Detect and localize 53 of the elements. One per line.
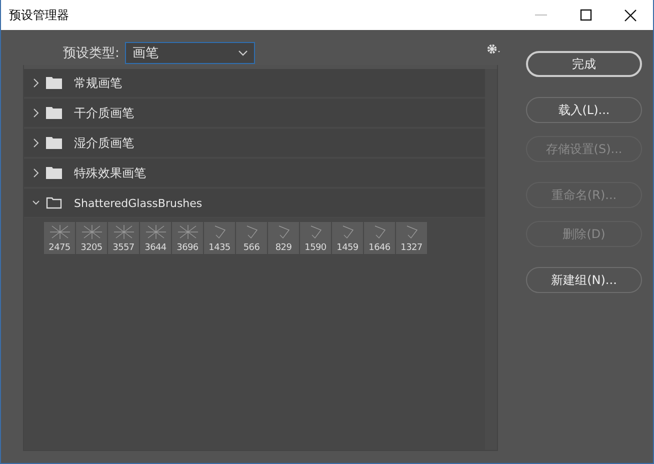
brush-thumbnail[interactable]: 3644 — [140, 222, 171, 254]
brush-size-label: 1459 — [336, 243, 358, 253]
brush-thumbnail[interactable]: 1327 — [396, 222, 427, 254]
brush-thumbnail[interactable]: 3557 — [108, 222, 139, 254]
brush-size-label: 3644 — [144, 243, 166, 253]
brush-thumbnail[interactable]: 1459 — [332, 222, 363, 254]
folder-row[interactable]: 特殊效果画笔 — [24, 159, 485, 188]
dialog-button[interactable]: 载入(L)... — [526, 97, 642, 123]
brush-size-label: 1327 — [400, 243, 422, 253]
folder-row[interactable]: 湿介质画笔 — [24, 129, 485, 158]
brush-thumbnail[interactable]: 1435 — [204, 222, 235, 254]
brush-thumbnail[interactable]: 566 — [236, 222, 267, 254]
chevron-down-icon — [238, 50, 248, 56]
brush-size-label: 3205 — [80, 243, 102, 253]
folder-row[interactable]: 常规画笔 — [24, 69, 485, 98]
close-icon[interactable] — [624, 8, 637, 22]
folder-icon — [46, 107, 62, 119]
chevron-icon — [32, 168, 40, 178]
brush-thumbnail[interactable]: 2475 — [44, 222, 75, 254]
folder-row[interactable]: ShatteredGlassBrushes — [24, 189, 485, 218]
brush-thumbnail[interactable]: 1590 — [300, 222, 331, 254]
folder-icon — [46, 197, 62, 209]
chevron-icon — [32, 108, 40, 118]
dialog-button[interactable]: 新建组(N)... — [526, 267, 642, 293]
brush-size-label: 1590 — [304, 243, 326, 253]
brush-size-label: 1646 — [368, 243, 390, 253]
folder-icon — [46, 77, 62, 89]
folder-name: 干介质画笔 — [74, 104, 134, 122]
brush-size-label: 3557 — [112, 243, 134, 253]
brush-thumbnail[interactable]: 3696 — [172, 222, 203, 254]
dialog-button[interactable]: 完成 — [526, 51, 642, 77]
brush-size-label: 829 — [275, 243, 292, 253]
brush-size-label: 1435 — [208, 243, 230, 253]
brush-thumbnail[interactable]: 3205 — [76, 222, 107, 254]
brush-size-label: 3696 — [176, 243, 198, 253]
brush-thumbnail[interactable]: 829 — [268, 222, 299, 254]
maximize-icon[interactable] — [580, 9, 592, 21]
folder-name: 特殊效果画笔 — [74, 164, 146, 182]
folder-icon — [46, 137, 62, 149]
preset-type-dropdown[interactable]: 画笔 — [125, 42, 256, 64]
brush-size-label: 566 — [243, 243, 260, 253]
folder-name: 常规画笔 — [74, 74, 122, 92]
folder-name: ShatteredGlassBrushes — [74, 196, 202, 210]
folder-icon — [46, 167, 62, 179]
chevron-icon — [32, 78, 40, 88]
chevron-icon — [32, 138, 40, 148]
settings-icon[interactable] — [486, 43, 502, 55]
folder-row[interactable]: 干介质画笔 — [24, 99, 485, 128]
window-title: 预设管理器 — [9, 6, 69, 24]
brush-size-label: 2475 — [48, 243, 70, 253]
folder-name: 湿介质画笔 — [74, 134, 134, 152]
brush-thumbnail[interactable]: 1646 — [364, 222, 395, 254]
preset-type-label: 预设类型: — [63, 45, 120, 62]
